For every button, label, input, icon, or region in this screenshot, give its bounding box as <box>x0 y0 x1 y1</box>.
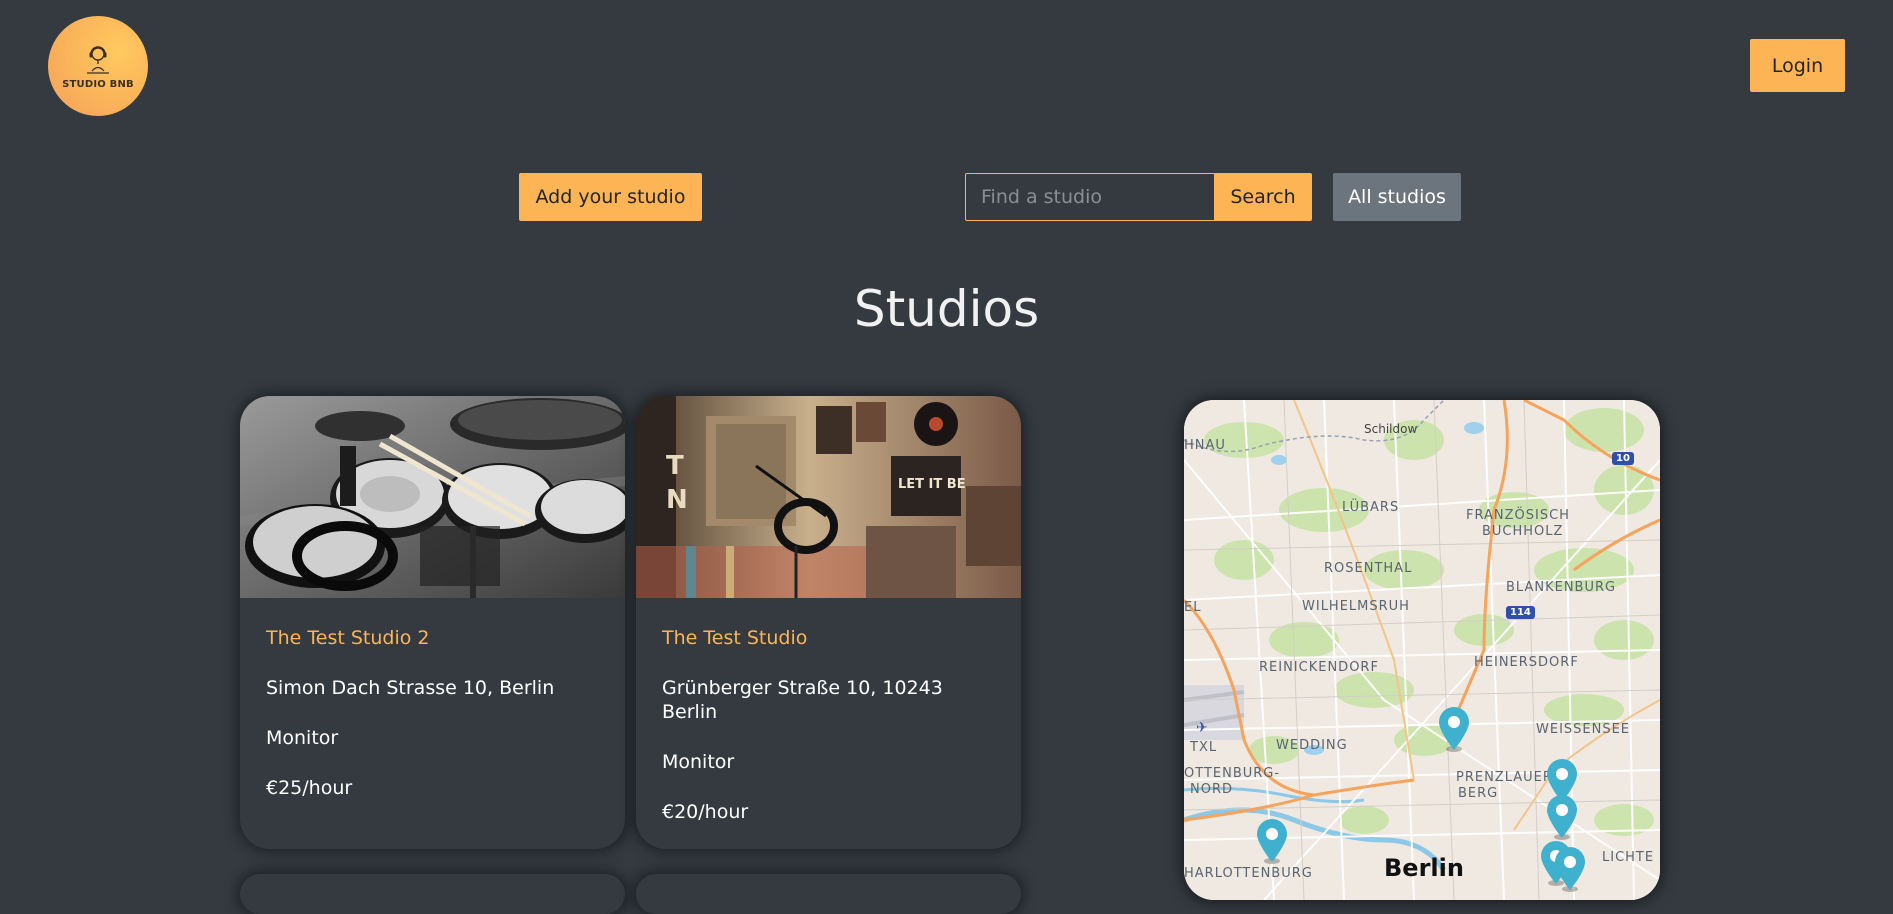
studio-equipment: Monitor <box>662 751 735 773</box>
map-label: ROSENTHAL <box>1324 561 1413 576</box>
map-label: EL <box>1184 600 1202 615</box>
map-label: Schildow <box>1364 422 1418 436</box>
logo-text: STUDIO BNB <box>62 78 134 90</box>
all-studios-button[interactable]: All studios <box>1333 173 1461 221</box>
search-input[interactable] <box>965 173 1215 221</box>
map-label: NORD <box>1190 782 1233 797</box>
map-label: HEINERSDORF <box>1474 655 1579 670</box>
svg-text:N: N <box>666 485 688 515</box>
studio-price: €20/hour <box>662 801 749 823</box>
studio-card[interactable]: T N LET IT BE The Test Studio Grünberger… <box>636 396 1021 849</box>
map-label-city: Berlin <box>1384 854 1464 882</box>
map-label: OTTENBURG- <box>1184 766 1281 781</box>
studio-card[interactable]: The Test Studio 2 Simon Dach Strasse 10,… <box>240 396 625 849</box>
map-label: LICHTE <box>1602 850 1655 865</box>
studio-title[interactable]: The Test Studio <box>662 626 995 650</box>
map-label: PRENZLAUER <box>1456 770 1553 785</box>
studio-equipment: Monitor <box>266 727 339 749</box>
map-label: BUCHHOLZ <box>1482 524 1564 539</box>
map-label: WEISSENSEE <box>1536 722 1631 737</box>
studio-card-partial[interactable] <box>240 874 625 914</box>
add-studio-button[interactable]: Add your studio <box>519 173 702 221</box>
map-label: REINICKENDORF <box>1259 660 1379 675</box>
map-label: FRANZÖSISCH <box>1466 508 1570 523</box>
login-button[interactable]: Login <box>1750 39 1845 92</box>
road-badge: 10 <box>1612 452 1634 465</box>
map-marker-icon[interactable] <box>1254 818 1290 864</box>
svg-text:LET IT BE: LET IT BE <box>898 477 966 492</box>
map-label: TXL <box>1190 740 1218 755</box>
map-label: WEDDING <box>1276 738 1348 753</box>
map-label: WILHELMSRUH <box>1302 599 1410 614</box>
map-label: LÜBARS <box>1342 500 1400 515</box>
studio-address: Simon Dach Strasse 10, Berlin <box>266 677 555 699</box>
studio-card-partial[interactable] <box>636 874 1021 914</box>
studio-price: €25/hour <box>266 777 353 799</box>
map-marker-icon[interactable] <box>1436 706 1472 752</box>
headphones-person-icon <box>87 45 109 74</box>
road-badge: 114 <box>1506 606 1535 619</box>
map-label: BLANKENBURG <box>1506 580 1617 595</box>
studios-map[interactable]: Schildow HNAU LÜBARS FRANZÖSISCH BUCHHOL… <box>1184 400 1660 900</box>
map-marker-icon[interactable] <box>1544 794 1580 840</box>
search-button[interactable]: Search <box>1214 173 1312 221</box>
studio-wall-photo: T N LET IT BE <box>636 396 1021 598</box>
page-title: Studios <box>853 280 1040 338</box>
svg-text:T: T <box>666 451 684 481</box>
airport-icon: ✈ <box>1196 720 1208 736</box>
drum-kit-photo <box>240 396 625 598</box>
map-label: BERG <box>1458 786 1499 801</box>
studio-bnb-logo[interactable]: STUDIO BNB <box>48 16 148 116</box>
studio-title[interactable]: The Test Studio 2 <box>266 626 599 650</box>
studio-address: Grünberger Straße 10, 10243 Berlin <box>662 677 943 723</box>
map-label: HARLOTTENBURG <box>1184 866 1313 881</box>
map-marker-icon[interactable] <box>1552 846 1588 892</box>
map-label: HNAU <box>1184 438 1226 453</box>
